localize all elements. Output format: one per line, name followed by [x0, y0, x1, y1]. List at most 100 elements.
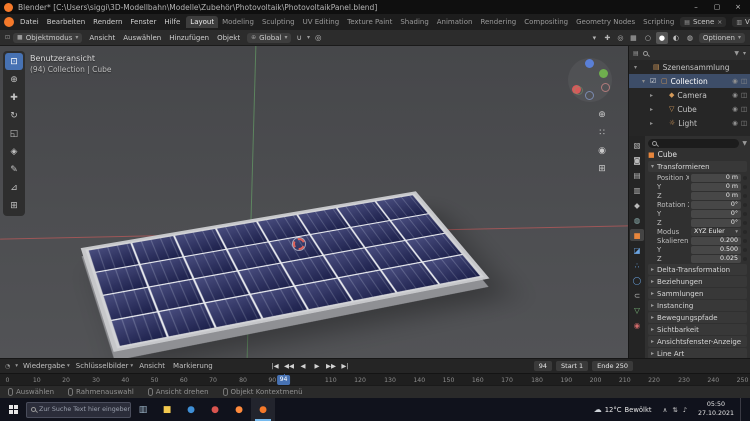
solid-shading-button[interactable]: ●	[655, 31, 668, 44]
animate-dot-icon[interactable]	[743, 184, 747, 189]
active-object-name[interactable]: Cube	[658, 150, 677, 159]
chrome-icon[interactable]: ●	[203, 398, 227, 421]
snap-dropdown-icon[interactable]: ▾	[307, 34, 310, 41]
view-layer-selector[interactable]: ▥ View Layer ×	[732, 17, 750, 27]
output-tab[interactable]: ▤	[630, 169, 644, 181]
solar-panel-object[interactable]	[80, 191, 490, 358]
data-tab[interactable]: ▽	[630, 304, 644, 316]
collection-checkbox[interactable]: ☑	[650, 77, 658, 85]
collapsed-section-header[interactable]: ▸ Instancing	[648, 300, 747, 311]
particles-tab[interactable]: ∴	[630, 259, 644, 271]
options-dropdown[interactable]: Optionen ▾	[698, 32, 745, 43]
collapsed-section-header[interactable]: ▸ Delta-Transformation	[648, 264, 747, 275]
timeline-menu-item[interactable]: Markierung	[173, 362, 215, 370]
show-overlays-icon[interactable]: ◎	[615, 34, 626, 42]
mode-dropdown[interactable]: ■ Objektmodus ▾	[13, 32, 83, 43]
disclosure-arrow-icon[interactable]: ▾	[640, 78, 647, 85]
menu-item[interactable]: Hilfe	[160, 17, 184, 27]
maximize-button[interactable]: ▢	[709, 3, 725, 11]
disclosure-arrow-icon[interactable]: ▸	[648, 106, 655, 113]
outliner-row-camera[interactable]: ▸ ◆ Camera ◉ ◫	[629, 88, 750, 102]
transform-section-header[interactable]: ▾ Transformieren	[648, 161, 747, 172]
outliner-item-label[interactable]: Light	[678, 119, 729, 128]
rendered-shading-button[interactable]: ◍	[684, 32, 696, 44]
disable-render-icon[interactable]: ◫	[741, 105, 747, 113]
value-field[interactable]: 0.500	[691, 245, 741, 254]
animate-dot-icon[interactable]	[743, 175, 747, 180]
proportional-editing-icon[interactable]: ◎	[313, 33, 324, 42]
collapsed-section-header[interactable]: ▸ Sichtbarkeit	[648, 324, 747, 335]
disclosure-arrow-icon[interactable]: ▸	[648, 120, 655, 127]
wireframe-shading-button[interactable]: ○	[642, 32, 654, 44]
collapsed-section-header[interactable]: ▸ Ansichtsfenster-Anzeige	[648, 336, 747, 347]
scene-selector[interactable]: ▤ Scene ×	[680, 17, 727, 27]
select-box-tool[interactable]: ⊡	[5, 53, 23, 70]
task-view-icon[interactable]: ▥	[131, 398, 155, 421]
value-field[interactable]: 0°	[691, 218, 741, 227]
workspace-tab[interactable]: Compositing	[520, 16, 572, 28]
add-cube-tool[interactable]: ⊞	[5, 197, 23, 214]
animate-dot-icon[interactable]	[743, 229, 747, 234]
scale-tool[interactable]: ◱	[5, 125, 23, 142]
timeline-menu-item[interactable]: Wiedergabe ▾	[23, 362, 70, 370]
scene-tab[interactable]: ◆	[630, 199, 644, 211]
properties-search-input[interactable]	[648, 139, 740, 148]
value-field[interactable]: 0.200	[691, 236, 741, 245]
properties-filter-icon[interactable]: ▼	[742, 140, 747, 147]
blender-menu-icon[interactable]	[4, 17, 14, 27]
current-frame-badge[interactable]: 94	[276, 375, 291, 385]
outliner-row-collection[interactable]: ▾ ☑ ▢ Collection ◉ ◫	[629, 74, 750, 88]
edge-icon[interactable]: ●	[179, 398, 203, 421]
tool-tab[interactable]: ▧	[630, 139, 644, 151]
outliner-item-label[interactable]: Szenensammlung	[663, 63, 730, 72]
value-field[interactable]: 0 m	[691, 173, 741, 182]
scene-unlink-icon[interactable]: ×	[717, 19, 722, 26]
jump-to-end-button[interactable]: ▶|	[340, 362, 350, 370]
workspace-tab[interactable]: Geometry Nodes	[572, 16, 639, 28]
value-field[interactable]: 0 m	[691, 182, 741, 191]
hide-eye-icon[interactable]: ◉	[732, 77, 738, 85]
rotate-tool[interactable]: ↻	[5, 107, 23, 124]
taskbar-search-input[interactable]: Zur Suche Text hier eingeben	[26, 401, 131, 418]
workspace-tab[interactable]: UV Editing	[299, 16, 344, 28]
value-field[interactable]: 0°	[691, 209, 741, 218]
workspace-tab[interactable]: Sculpting	[258, 16, 299, 28]
animate-dot-icon[interactable]	[743, 247, 747, 252]
hide-eye-icon[interactable]: ◉	[732, 91, 738, 99]
tray-expand-icon[interactable]: ∧	[663, 406, 668, 414]
disclosure-arrow-icon[interactable]: ▾	[632, 64, 639, 71]
collapsed-section-header[interactable]: ▸ Bewegungspfade	[648, 312, 747, 323]
annotate-tool[interactable]: ✎	[5, 161, 23, 178]
value-field[interactable]: 0°	[691, 200, 741, 209]
outliner-editor-icon[interactable]: ▤	[633, 50, 639, 57]
viewport-3d[interactable]: ⊡ ⊕ ✚ ↻ ◱ ◈ ✎ ⊿ ⊞ Benutzeransicht (94) Collectio…	[0, 46, 628, 358]
collapsed-section-header[interactable]: ▸ Sammlungen	[648, 288, 747, 299]
hide-eye-icon[interactable]: ◉	[732, 119, 738, 127]
timeline-menu-item[interactable]: Schlüsselbilder ▾	[76, 362, 133, 370]
measure-tool[interactable]: ⊿	[5, 179, 23, 196]
outliner-item-label[interactable]: Cube	[677, 105, 729, 114]
orientation-dropdown[interactable]: ⊕ Global ▾	[247, 32, 292, 43]
viewport-menu-item[interactable]: Auswählen	[119, 33, 165, 43]
explorer-icon[interactable]: ■	[155, 398, 179, 421]
menu-item[interactable]: Bearbeiten	[43, 17, 89, 27]
notification-center-button[interactable]	[740, 398, 750, 421]
close-button[interactable]: ×	[730, 3, 746, 11]
clock-widget[interactable]: 05:50 27.10.2021	[692, 401, 740, 418]
object-visibility-dropdown-icon[interactable]: ▾	[589, 34, 600, 42]
collapsed-section-header[interactable]: ▸ Line Art	[648, 348, 747, 358]
cursor-tool[interactable]: ⊕	[5, 71, 23, 88]
modifiers-tab[interactable]: ◪	[630, 244, 644, 256]
firefox-icon[interactable]: ●	[227, 398, 251, 421]
workspace-tab[interactable]: Animation	[433, 16, 477, 28]
outliner-item-label[interactable]: Camera	[677, 91, 729, 100]
workspace-tab[interactable]: Shading	[396, 16, 432, 28]
play-reverse-button[interactable]: ◀	[298, 362, 308, 370]
jump-to-start-button[interactable]: |◀	[270, 362, 280, 370]
value-field[interactable]: 0 m	[691, 191, 741, 200]
timeline-menu-item[interactable]: Ansicht	[139, 362, 167, 370]
gizmo-y-axis-handle[interactable]	[599, 69, 608, 78]
timeline-editor-icon[interactable]: ◔	[5, 363, 10, 370]
blender-icon[interactable]: ●	[251, 398, 275, 421]
transform-tool[interactable]: ◈	[5, 143, 23, 160]
